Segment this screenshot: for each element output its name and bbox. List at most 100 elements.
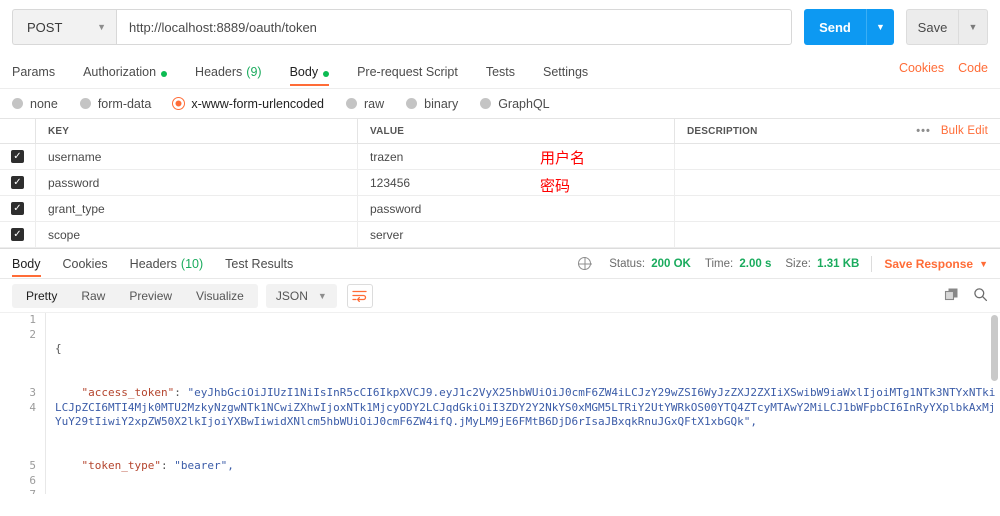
response-tab-cookies[interactable]: Cookies: [63, 249, 108, 278]
code-content[interactable]: { "access_token": "eyJhbGciOiJIUzI1NiIsI…: [46, 313, 1000, 494]
code-line: {: [55, 342, 62, 356]
row-key[interactable]: scope: [36, 222, 358, 247]
request-url-bar: POST ▼ http://localhost:8889/oauth/token…: [0, 0, 1000, 55]
tab-params[interactable]: Params: [12, 55, 55, 88]
response-tab-test-results-label: Test Results: [225, 256, 294, 271]
table-row[interactable]: ✓ grant_type password: [0, 196, 1000, 222]
request-url-input[interactable]: http://localhost:8889/oauth/token: [116, 9, 792, 45]
tab-pre-request-script[interactable]: Pre-request Script: [357, 55, 458, 88]
checkbox-checked-icon[interactable]: ✓: [11, 150, 24, 163]
select-all-cell[interactable]: [0, 119, 36, 143]
row-checkbox-cell[interactable]: ✓: [0, 222, 36, 247]
scrollbar-thumb[interactable]: [991, 315, 998, 381]
tab-tests[interactable]: Tests: [486, 55, 515, 88]
save-button[interactable]: Save: [906, 9, 958, 45]
body-type-binary[interactable]: binary: [406, 97, 458, 111]
row-description[interactable]: [675, 222, 1000, 247]
size-group: Size: 1.31 KB: [785, 258, 859, 270]
radio-icon: [346, 98, 357, 109]
table-row[interactable]: ✓ username trazen 用户名: [0, 144, 1000, 170]
response-tab-bar: Body Cookies Headers (10) Test Results S…: [0, 248, 1000, 279]
column-header-description-label: DESCRIPTION: [687, 125, 758, 137]
checkbox-checked-icon[interactable]: ✓: [11, 228, 24, 241]
response-body-viewer[interactable]: 1 2 3 4 5 6 7 8 { "access_token": "eyJhb…: [0, 312, 1000, 494]
postman-window: POST ▼ http://localhost:8889/oauth/token…: [0, 0, 1000, 516]
format-tab-visualize[interactable]: Visualize: [184, 284, 256, 308]
response-tab-test-results[interactable]: Test Results: [225, 249, 293, 278]
response-format-tabs: Pretty Raw Preview Visualize: [12, 283, 258, 308]
body-type-form-data-label: form-data: [97, 96, 152, 111]
row-key[interactable]: username: [36, 144, 358, 169]
chevron-down-icon: ▼: [97, 22, 106, 32]
row-checkbox-cell[interactable]: ✓: [0, 144, 36, 169]
body-type-form-data[interactable]: form-data: [79, 96, 152, 111]
tab-authorization[interactable]: Authorization: [83, 55, 168, 88]
more-options-icon[interactable]: •••: [916, 125, 941, 137]
params-table-header: KEY VALUE DESCRIPTION ••• Bulk Edit: [0, 119, 1000, 144]
response-tab-body[interactable]: Body: [12, 249, 41, 278]
column-header-key: KEY: [36, 119, 358, 143]
response-tab-headers[interactable]: Headers (10): [130, 249, 203, 278]
row-value[interactable]: trazen 用户名: [358, 144, 675, 169]
row-key[interactable]: password: [36, 170, 358, 195]
row-description[interactable]: [675, 196, 1000, 221]
row-checkbox-cell[interactable]: ✓: [0, 196, 36, 221]
row-value-text: 123456: [370, 175, 411, 190]
row-value[interactable]: 123456 密码: [358, 170, 675, 195]
body-type-graphql[interactable]: GraphQL: [480, 97, 550, 111]
json-key: "token_type": [81, 458, 161, 472]
cookies-link[interactable]: Cookies: [899, 61, 944, 75]
response-tab-cookies-label: Cookies: [62, 256, 108, 271]
save-response-chevron-icon[interactable]: ▼: [979, 259, 988, 269]
table-row[interactable]: ✓ password 123456 密码: [0, 170, 1000, 196]
bulk-edit-button[interactable]: Bulk Edit: [941, 125, 1000, 137]
row-value[interactable]: server: [358, 222, 675, 247]
radio-selected-icon: [173, 98, 185, 109]
format-tab-preview[interactable]: Preview: [117, 284, 184, 308]
line-number: 7: [0, 488, 36, 494]
send-button[interactable]: Send: [804, 9, 866, 45]
response-scrollbar[interactable]: [991, 313, 999, 494]
row-description[interactable]: [675, 170, 1000, 195]
format-tab-pretty[interactable]: Pretty: [14, 284, 69, 308]
radio-icon: [79, 98, 91, 109]
row-value[interactable]: password: [358, 196, 675, 221]
search-button[interactable]: [973, 287, 988, 305]
json-value: "eyJhbGciOiJIUzI1NiIsInR5cCI6IkpXVCJ9.ey…: [55, 385, 996, 429]
send-options-chevron-icon[interactable]: ▼: [866, 9, 894, 45]
body-type-radio-group: none form-data x-www-form-urlencoded raw…: [0, 88, 1000, 118]
body-type-raw[interactable]: raw: [346, 97, 384, 111]
word-wrap-toggle[interactable]: [346, 283, 373, 308]
body-type-urlencoded[interactable]: x-www-form-urlencoded: [173, 97, 324, 111]
tab-settings[interactable]: Settings: [543, 55, 588, 88]
headers-count-badge: (9): [246, 65, 262, 79]
copy-icon: [944, 288, 958, 300]
format-tab-raw[interactable]: Raw: [69, 284, 117, 308]
json-value: "bearer",: [174, 458, 234, 472]
save-response-button[interactable]: Save Response: [884, 257, 973, 271]
row-checkbox-cell[interactable]: ✓: [0, 170, 36, 195]
row-value-text: trazen: [370, 149, 404, 164]
tab-headers[interactable]: Headers (9): [195, 55, 262, 88]
checkbox-checked-icon[interactable]: ✓: [11, 202, 24, 215]
copy-button[interactable]: [944, 287, 959, 305]
annotation-password: 密码: [540, 177, 571, 195]
body-type-none[interactable]: none: [12, 97, 58, 111]
radio-icon: [480, 98, 492, 109]
request-url-text: http://localhost:8889/oauth/token: [129, 19, 317, 35]
status-value: 200 OK: [651, 257, 691, 270]
body-type-urlencoded-label: x-www-form-urlencoded: [191, 96, 324, 111]
row-key[interactable]: grant_type: [36, 196, 358, 221]
save-options-chevron-icon[interactable]: ▼: [958, 9, 988, 45]
code-link[interactable]: Code: [958, 61, 988, 75]
http-method-select[interactable]: POST ▼: [12, 9, 116, 45]
tab-body[interactable]: Body: [289, 55, 330, 88]
line-number: 6: [29, 473, 36, 487]
checkbox-checked-icon[interactable]: ✓: [11, 176, 24, 189]
response-language-select[interactable]: JSON ▼: [265, 283, 337, 308]
table-row[interactable]: ✓ scope server: [0, 222, 1000, 248]
row-description[interactable]: [675, 144, 1000, 169]
tab-authorization-label: Authorization: [83, 65, 157, 79]
tab-params-label: Params: [12, 65, 56, 79]
tab-headers-label: Headers: [195, 65, 243, 79]
